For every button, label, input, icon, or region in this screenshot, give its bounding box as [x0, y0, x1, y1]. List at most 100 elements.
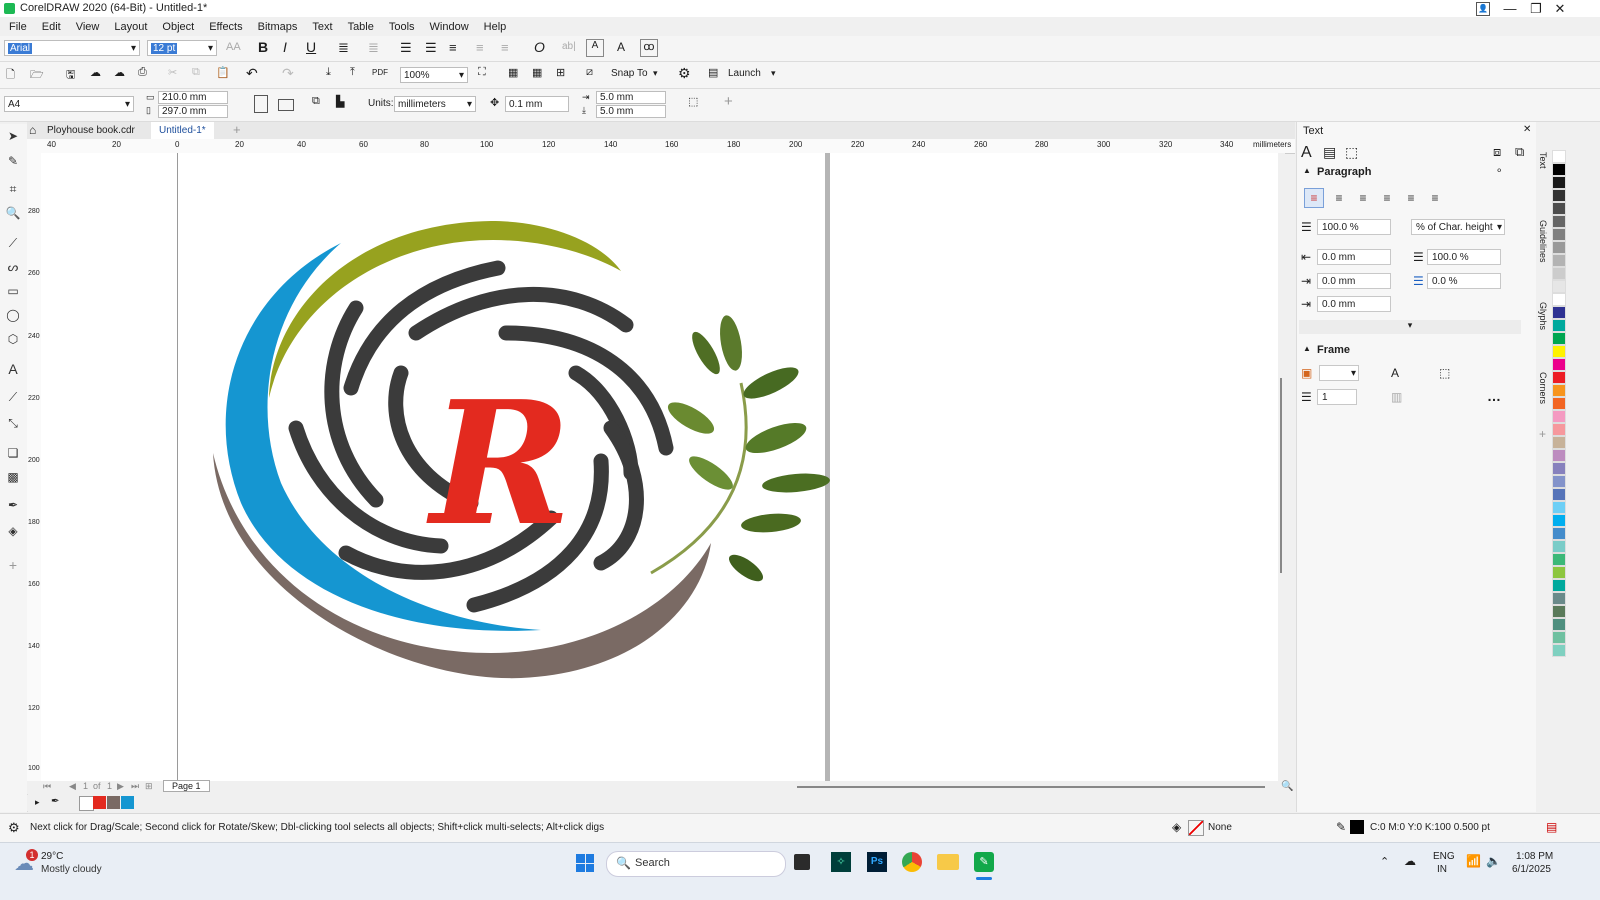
menu-table[interactable]: Table — [348, 21, 374, 33]
side-tab-glyphs[interactable]: Glyphs — [1538, 302, 1548, 330]
force-justify-button[interactable]: ≡ — [1426, 189, 1444, 207]
taskbar-search[interactable]: 🔍 Search — [606, 851, 786, 877]
pick-tool-icon[interactable]: ➤ — [4, 127, 22, 145]
palette-swatch[interactable] — [1552, 228, 1566, 241]
clock-time[interactable]: 1:08 PM — [1516, 851, 1553, 862]
palette-swatch[interactable] — [1552, 163, 1566, 176]
print-icon[interactable]: ⎙ — [138, 66, 147, 79]
frame-settings-icon[interactable]: ⬚ — [1439, 366, 1450, 380]
styles-icon[interactable]: ⧉ — [1515, 144, 1524, 160]
parallel-dimension-icon[interactable]: ⟋ — [4, 388, 22, 406]
no-color-swatch[interactable] — [79, 796, 94, 811]
palette-swatch[interactable] — [1552, 215, 1566, 228]
chevron-up-icon[interactable]: ⌃ — [1380, 855, 1389, 868]
paragraph-icon[interactable]: ≡ — [449, 40, 457, 55]
options-gear-icon[interactable]: ⚙ — [678, 65, 691, 82]
right-indent-input[interactable]: 0.0 mm — [1317, 296, 1391, 312]
color-proof-icon[interactable]: ▤ — [1546, 820, 1557, 834]
palette-swatch[interactable] — [1552, 397, 1566, 410]
first-page-icon[interactable]: ⏮ — [43, 781, 51, 792]
clock-date[interactable]: 6/1/2025 — [1512, 864, 1551, 875]
palette-swatch[interactable] — [1552, 306, 1566, 319]
transparency-tool-icon[interactable]: ▩ — [4, 468, 22, 486]
snap-icon[interactable]: ⧄ — [586, 66, 593, 79]
frame-fill-select[interactable]: ▾ — [1319, 365, 1359, 381]
zoom-tool-icon[interactable]: 🔍 — [4, 204, 22, 222]
text-tool-icon[interactable]: A — [4, 360, 22, 378]
menu-file[interactable]: File — [9, 21, 27, 33]
windows-start-icon[interactable] — [576, 854, 594, 872]
redo-icon[interactable]: ↷ — [282, 65, 294, 82]
polygon-tool-icon[interactable]: ⬡ — [4, 330, 22, 348]
align-right-button[interactable]: ≡ — [1378, 189, 1396, 207]
more-options-icon[interactable]: … — [1487, 388, 1501, 404]
char-spacing-input[interactable]: 100.0 % — [1427, 249, 1501, 265]
photoshop-icon[interactable]: Ps — [867, 852, 887, 872]
justify-button[interactable]: ≡ — [1402, 189, 1420, 207]
menu-bitmaps[interactable]: Bitmaps — [258, 21, 298, 33]
pdf-icon[interactable]: PDF — [372, 68, 388, 77]
current-page-icon[interactable]: ▙ — [336, 95, 344, 108]
horizontal-ruler[interactable]: 40 20 0 20 40 60 80 100 120 140 160 180 … — [27, 139, 1295, 154]
settings-dot-icon[interactable]: ⚬ — [1495, 166, 1503, 177]
minimize-button[interactable]: — — [1498, 0, 1522, 17]
paste-icon[interactable]: 📋 — [216, 66, 230, 79]
file-explorer-icon[interactable] — [937, 854, 959, 870]
first-line-indent-input[interactable]: 0.0 mm — [1317, 273, 1391, 289]
horizontal-scrollbar[interactable] — [797, 786, 1265, 788]
glyphs-icon[interactable]: ꝏ — [640, 39, 658, 57]
show-guidelines-icon[interactable]: ⊞ — [556, 66, 565, 79]
text-properties-icon[interactable]: A — [586, 39, 604, 57]
interactive-fill-icon[interactable]: ◈ — [4, 522, 22, 540]
add-docker-icon[interactable]: + — [1539, 427, 1546, 441]
snap-to-dropdown[interactable]: Snap To — [611, 68, 648, 79]
menu-window[interactable]: Window — [430, 21, 469, 33]
palette-swatch[interactable] — [1552, 280, 1566, 293]
palette-swatch[interactable] — [1552, 358, 1566, 371]
account-icon[interactable]: 👤 — [1476, 2, 1490, 16]
bullet-list-icon[interactable]: ☰ — [400, 40, 412, 56]
palette-swatch[interactable] — [1552, 423, 1566, 436]
bold-button[interactable]: B — [258, 39, 268, 55]
palette-swatch[interactable] — [1552, 514, 1566, 527]
export-icon[interactable]: ⤒ — [350, 66, 355, 79]
new-document-icon[interactable]: 🗋 — [6, 66, 15, 85]
indent-icon[interactable]: ≡ — [476, 40, 484, 55]
import-icon[interactable]: ⤓ — [326, 66, 331, 79]
palette-swatch[interactable] — [1552, 644, 1566, 657]
text-frame-icon[interactable]: ab| — [562, 41, 576, 52]
nudge-distance-input[interactable]: 0.1 mm — [505, 96, 569, 112]
menu-layout[interactable]: Layout — [114, 21, 147, 33]
drop-cap-icon[interactable]: ≣ — [368, 40, 379, 56]
onedrive-icon[interactable]: ☁ — [1404, 854, 1416, 868]
scrollbar-thumb[interactable] — [1280, 378, 1282, 573]
font-family-select[interactable]: Arial ▾ — [4, 40, 140, 56]
task-view-icon[interactable] — [794, 854, 810, 870]
side-tab-guidelines[interactable]: Guidelines — [1538, 220, 1548, 263]
numbered-list-icon[interactable]: ☰ — [425, 40, 437, 56]
eyedropper-icon[interactable]: ✒ — [51, 796, 59, 807]
word-spacing-input[interactable]: 0.0 % — [1427, 273, 1501, 289]
expand-section-button[interactable]: ▾ — [1299, 320, 1521, 334]
palette-swatch[interactable] — [1552, 501, 1566, 514]
add-tool-icon[interactable]: + — [4, 556, 22, 574]
chevron-down-icon[interactable]: ▾ — [653, 68, 658, 79]
menu-help[interactable]: Help — [484, 21, 507, 33]
palette-swatch[interactable] — [1552, 436, 1566, 449]
crop-tool-icon[interactable]: ⌗ — [4, 180, 22, 198]
import-style-icon[interactable]: ⧈ — [1493, 144, 1501, 160]
freehand-tool-icon[interactable]: ⟋ — [4, 234, 22, 252]
palette-swatch[interactable] — [1552, 592, 1566, 605]
duplicate-y-input[interactable]: 5.0 mm — [596, 105, 666, 118]
palette-swatch[interactable] — [1552, 631, 1566, 644]
outdent-icon[interactable]: ≡ — [501, 40, 509, 55]
restore-button[interactable]: ❐ — [1524, 0, 1548, 17]
next-page-icon[interactable]: ▶ — [117, 781, 124, 792]
cloud-upload-icon[interactable]: ☁ — [114, 66, 125, 79]
drawing-canvas[interactable]: R — [41, 153, 1285, 781]
edit-text-icon[interactable]: A — [617, 40, 625, 54]
artistic-media-icon[interactable]: ᔕ — [4, 258, 22, 276]
open-folder-icon[interactable]: 🗁 — [30, 66, 44, 85]
frame-tab-icon[interactable]: ⬚ — [1345, 144, 1358, 161]
chevron-down-icon[interactable]: ▾ — [771, 68, 776, 79]
